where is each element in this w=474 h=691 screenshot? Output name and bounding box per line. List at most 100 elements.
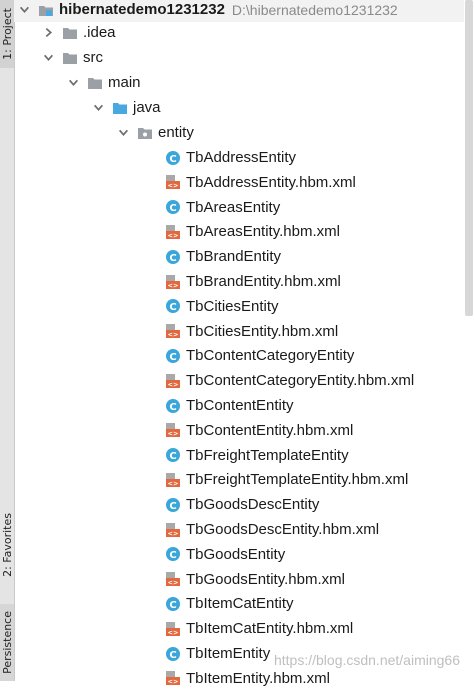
folder-icon [62, 25, 78, 41]
tree-file-row[interactable]: <> TbItemEntity.hbm.xml [14, 666, 464, 691]
vertical-scrollbar[interactable] [464, 0, 474, 681]
file-name: TbBrandEntity [186, 248, 282, 266]
svg-text:C: C [169, 302, 176, 313]
folder-name: src [83, 49, 103, 66]
svg-text:<>: <> [168, 281, 179, 289]
tree-file-row[interactable]: <> TbGoodsDescEntity.hbm.xml [14, 517, 464, 542]
xml-file-icon: <> [165, 571, 181, 587]
file-name: TbAreasEntity.hbm.xml [186, 223, 340, 241]
svg-text:C: C [169, 451, 176, 462]
tree-file-row[interactable]: <> TbCitiesEntity.hbm.xml [14, 319, 464, 344]
xml-file-icon: <> [165, 621, 181, 637]
file-name: TbGoodsEntity [186, 545, 286, 563]
watermark: https://blog.csdn.net/aiming66 [273, 652, 460, 668]
module-folder-icon [38, 2, 54, 18]
file-name: TbAddressEntity.hbm.xml [186, 173, 356, 191]
tree-file-row[interactable]: C TbContentCategoryEntity [14, 343, 464, 368]
file-name: TbContentCategoryEntity.hbm.xml [186, 372, 415, 390]
project-tool-tab[interactable]: 1: Project [0, 0, 14, 68]
xml-file-icon: <> [165, 274, 181, 290]
svg-text:C: C [169, 401, 176, 412]
tree-file-row[interactable]: <> TbGoodsEntity.hbm.xml [14, 567, 464, 592]
file-name: TbGoodsDescEntity.hbm.xml [186, 521, 380, 538]
chevron-down-icon[interactable] [18, 4, 30, 16]
tree-file-row[interactable]: C TbAreasEntity [14, 195, 464, 220]
tree-node-idea[interactable]: .idea [14, 20, 464, 45]
xml-file-icon: <> [165, 522, 181, 538]
project-tab-label: 1: Project [0, 8, 14, 60]
file-name: TbItemEntity [186, 645, 271, 662]
chevron-down-icon[interactable] [117, 127, 129, 139]
package-icon [137, 125, 153, 141]
tree-file-row[interactable]: C TbBrandEntity [14, 244, 464, 269]
svg-text:C: C [169, 252, 176, 263]
file-name: TbCitiesEntity [186, 297, 279, 315]
tree-file-row[interactable]: C TbGoodsEntity [14, 542, 464, 567]
folder-icon [87, 75, 103, 91]
xml-file-icon: <> [165, 224, 181, 240]
java-class-icon: C [165, 348, 181, 364]
file-name: TbAreasEntity [186, 198, 281, 216]
tree-file-row[interactable]: C TbContentEntity [14, 393, 464, 418]
tree-node-java[interactable]: java [14, 95, 464, 120]
chevron-right-icon[interactable] [42, 27, 54, 39]
tree-file-row[interactable]: <> TbAddressEntity.hbm.xml [14, 170, 464, 195]
svg-text:<>: <> [168, 430, 179, 438]
file-name: TbCitiesEntity.hbm.xml [186, 322, 339, 340]
chevron-down-icon[interactable] [42, 52, 54, 64]
svg-text:C: C [169, 649, 176, 660]
tree-file-row[interactable]: <> TbFreightTemplateEntity.hbm.xml [14, 467, 464, 492]
chevron-down-icon[interactable] [92, 102, 104, 114]
svg-text:<>: <> [168, 231, 179, 239]
folder-name: java [133, 99, 161, 116]
xml-file-icon: <> [165, 472, 181, 488]
java-class-icon: C [165, 298, 181, 314]
project-path: D:\hibernatedemo1231232 [231, 1, 398, 18]
persistence-tool-tab[interactable]: Persistence [0, 604, 14, 681]
java-class-icon: C [165, 596, 181, 612]
tree-file-row[interactable]: <> TbContentEntity.hbm.xml [14, 418, 464, 443]
xml-file-icon: <> [165, 422, 181, 438]
java-class-icon: C [165, 447, 181, 463]
xml-file-icon: <> [165, 373, 181, 389]
tree-node-project[interactable]: hibernatedemo1231232 D:\hibernatedemo123… [14, 0, 464, 22]
tool-window-strip: 1: Project 2: Favorites Persistence [0, 0, 15, 681]
file-name: TbGoodsDescEntity [186, 496, 320, 514]
svg-text:<>: <> [168, 579, 179, 587]
file-name: TbFreightTemplateEntity.hbm.xml [186, 471, 409, 489]
tree-node-entity[interactable]: entity [14, 120, 464, 145]
tree-file-row[interactable]: <> TbBrandEntity.hbm.xml [14, 269, 464, 294]
source-folder-icon [112, 100, 128, 116]
chevron-down-icon[interactable] [67, 77, 79, 89]
java-class-icon: C [165, 646, 181, 662]
file-name: TbContentEntity [186, 397, 294, 414]
svg-text:<>: <> [168, 678, 179, 686]
folder-icon [62, 50, 78, 66]
tree-file-row[interactable]: C TbCitiesEntity [14, 294, 464, 319]
file-name: TbContentEntity.hbm.xml [186, 421, 354, 439]
tree-file-row[interactable]: <> TbContentCategoryEntity.hbm.xml [14, 368, 464, 393]
project-tree: hibernatedemo1231232 D:\hibernatedemo123… [14, 0, 464, 687]
tree-file-row[interactable]: C TbAddressEntity [14, 145, 464, 170]
tree-file-row[interactable]: C TbFreightTemplateEntity [14, 443, 464, 468]
tree-file-row[interactable]: <> TbItemCatEntity.hbm.xml [14, 616, 464, 641]
folder-name: .idea [83, 24, 116, 41]
file-name: TbGoodsEntity.hbm.xml [186, 570, 345, 588]
file-name: TbItemCatEntity [186, 595, 294, 613]
tree-node-main[interactable]: main [14, 70, 464, 95]
svg-text:C: C [169, 153, 176, 164]
favorites-tab-label: 2: Favorites [0, 513, 14, 577]
svg-text:C: C [169, 500, 176, 511]
tree-file-row[interactable]: C TbGoodsDescEntity [14, 492, 464, 517]
scrollbar-thumb[interactable] [465, 0, 473, 316]
file-name: TbBrandEntity.hbm.xml [186, 273, 341, 290]
tree-file-row[interactable]: <> TbAreasEntity.hbm.xml [14, 219, 464, 244]
java-class-icon: C [165, 199, 181, 215]
svg-text:C: C [169, 352, 176, 363]
tree-node-src[interactable]: src [14, 45, 464, 70]
java-class-icon: C [165, 249, 181, 265]
favorites-tool-tab[interactable]: 2: Favorites [0, 495, 14, 595]
java-class-icon: C [165, 398, 181, 414]
tree-file-row[interactable]: C TbItemCatEntity [14, 591, 464, 616]
file-name: TbItemEntity.hbm.xml [186, 669, 330, 687]
